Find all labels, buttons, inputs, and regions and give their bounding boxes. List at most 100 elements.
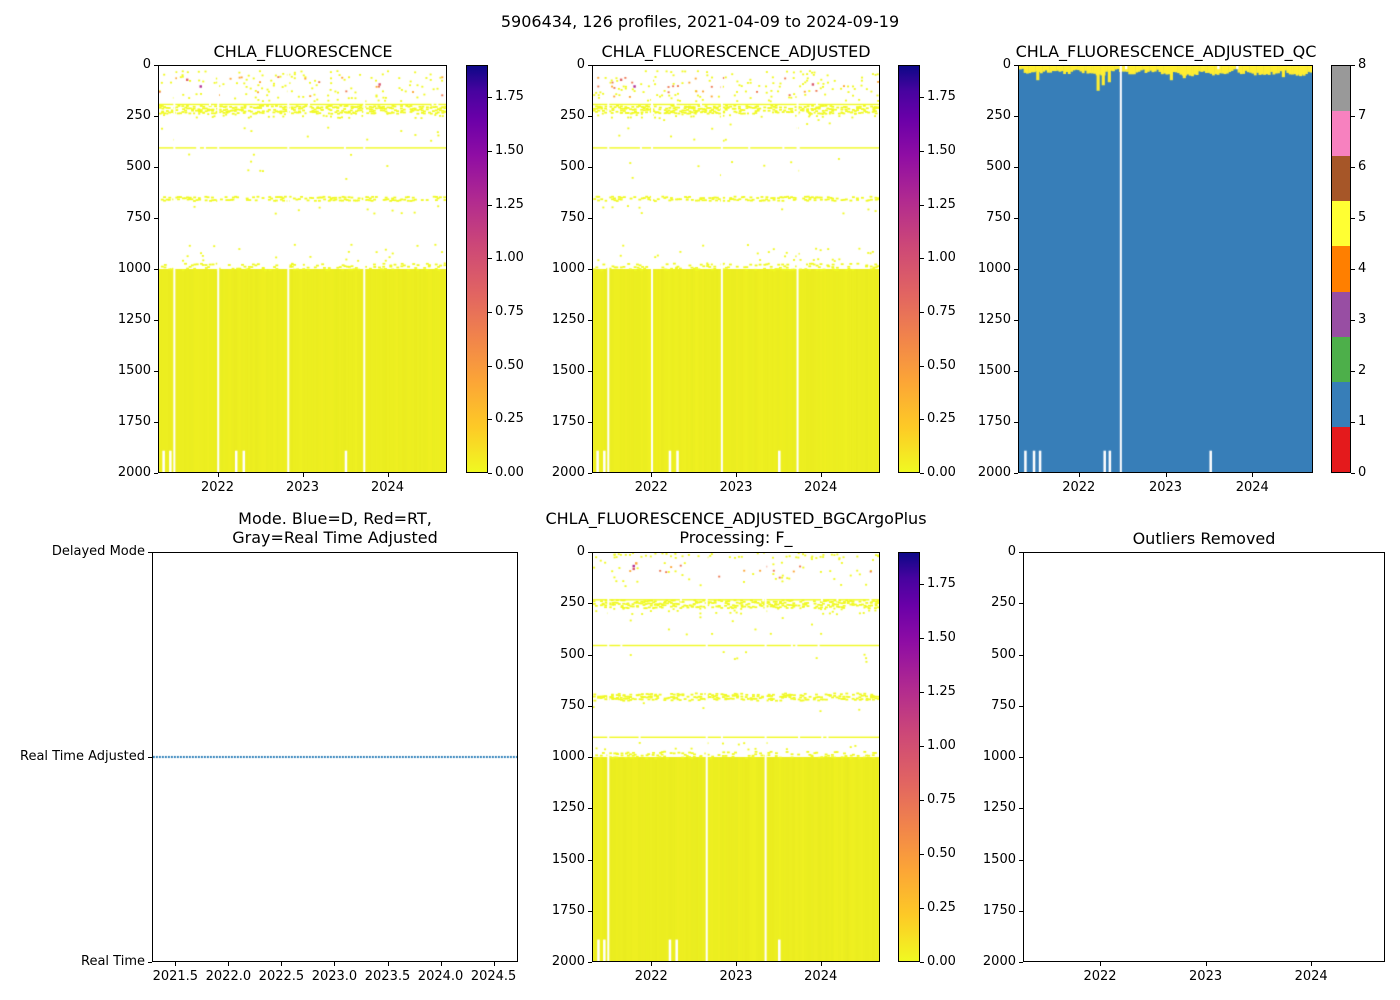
y-tick-mark	[588, 116, 592, 117]
y-tick-mark	[1014, 269, 1018, 270]
panel-chla-fluorescence-axes	[158, 65, 447, 473]
colorbar-tick-mark	[920, 258, 924, 260]
y-tick-label: 1500	[551, 851, 585, 867]
x-tick-mark	[228, 962, 230, 966]
panel-chla-adjusted-axes	[592, 65, 880, 473]
y-tick-mark	[1014, 116, 1018, 117]
colorbar-tick-label: 1.00	[495, 250, 524, 266]
y-tick-mark	[1019, 808, 1023, 810]
y-tick-label: 500	[126, 159, 151, 174]
x-tick-mark	[387, 962, 389, 966]
heatmap-canvas	[159, 66, 446, 472]
y-tick-mark	[588, 422, 592, 423]
y-tick-mark	[1019, 603, 1023, 605]
colorbar-tick-label: 1.50	[927, 142, 956, 158]
y-tick-label: 0	[1002, 57, 1011, 72]
colorbar-tick-mark	[1351, 422, 1355, 423]
colorbar-tick-label: 1.25	[927, 684, 956, 700]
y-tick-label: 1500	[551, 363, 585, 378]
y-tick-mark	[1019, 757, 1023, 758]
colorbar-tick-mark	[920, 746, 924, 748]
x-tick-mark	[281, 962, 283, 966]
colorbar-tick-mark	[920, 962, 924, 963]
heatmap-canvas	[593, 66, 879, 472]
colorbar-tick-mark	[1351, 116, 1355, 117]
y-tick-label: 1000	[982, 749, 1016, 764]
y-tick-mark	[1019, 705, 1023, 707]
colorbar-tick-label: 3	[1358, 312, 1367, 327]
colorbar-tick-mark	[920, 311, 924, 313]
y-tick-label: 1750	[982, 902, 1016, 918]
y-tick-mark	[154, 65, 158, 66]
colorbar-tick-mark	[920, 97, 924, 99]
x-tick-label: 2024.5	[470, 969, 517, 984]
x-tick-mark	[1165, 473, 1167, 477]
heatmap-canvas	[1019, 66, 1312, 472]
colorbar-tick-mark	[488, 419, 492, 421]
colorbar-tick-mark	[1351, 473, 1355, 474]
x-tick-label: 2023	[719, 480, 753, 495]
qc-color-segment-6	[1332, 155, 1350, 202]
y-tick-mark	[588, 371, 592, 372]
x-tick-label: 2023	[1148, 480, 1183, 495]
panel-chla-adjusted-title: CHLA_FLUORESCENCE_ADJUSTED	[601, 42, 871, 61]
x-tick-mark	[651, 962, 653, 966]
y-category-label: Real Time Adjusted	[20, 749, 145, 764]
colorbar-tick-mark	[488, 473, 492, 474]
colorbar-tick-label: 7	[1358, 108, 1367, 123]
colorbar-tick-mark	[488, 311, 492, 313]
colorbar-tick-label: 1.75	[927, 576, 956, 592]
qc-color-segment-3	[1332, 291, 1350, 337]
x-tick-mark	[217, 473, 219, 477]
colorbar-tick-label: 8	[1358, 57, 1367, 72]
colorbar-tick-label: 1.25	[495, 196, 524, 212]
x-tick-mark	[387, 473, 389, 477]
y-tick-label: 1750	[551, 902, 585, 918]
y-tick-label: 500	[991, 646, 1016, 662]
x-tick-label: 2023.5	[364, 969, 411, 984]
x-tick-label: 2023	[719, 969, 753, 984]
y-tick-label: 0	[576, 57, 585, 72]
y-tick-label: 1500	[117, 363, 151, 378]
colorbar-qc-discrete	[1331, 65, 1351, 473]
x-tick-mark	[175, 962, 177, 966]
x-tick-mark	[736, 473, 737, 477]
y-tick-label: 750	[560, 697, 585, 713]
y-category-label: Real Time	[81, 954, 145, 969]
colorbar-tick-mark	[920, 204, 924, 206]
figure-canvas: 5906434, 126 profiles, 2021-04-09 to 202…	[0, 0, 1400, 1000]
y-tick-mark	[588, 65, 592, 66]
colorbar-tick-label: 1.00	[927, 738, 956, 754]
y-tick-label: 250	[560, 595, 585, 611]
colorbar-tick-label: 0.25	[927, 411, 956, 427]
qc-color-segment-7	[1332, 110, 1350, 157]
colorbar-tick-mark	[488, 150, 492, 152]
x-tick-mark	[1311, 962, 1313, 966]
x-tick-mark	[736, 962, 737, 966]
colorbar-tick-mark	[920, 800, 924, 802]
colorbar-tick-label: 4	[1358, 261, 1367, 276]
y-tick-mark	[154, 116, 158, 117]
y-tick-label: 1000	[551, 749, 585, 764]
y-tick-label: 1250	[117, 312, 151, 327]
colorbar-tick-mark	[488, 365, 492, 367]
y-tick-mark	[1014, 422, 1018, 423]
y-tick-mark	[1019, 552, 1023, 553]
y-tick-mark	[1014, 320, 1018, 321]
y-tick-mark	[588, 859, 592, 861]
colorbar-tick-mark	[920, 908, 924, 910]
y-tick-mark	[588, 552, 592, 553]
x-tick-label: 2023.0	[311, 969, 358, 984]
y-tick-mark	[1019, 910, 1023, 912]
y-tick-mark	[1019, 859, 1023, 861]
y-tick-mark	[588, 808, 592, 810]
x-tick-mark	[1078, 473, 1080, 477]
colorbar-tick-label: 0.25	[927, 900, 956, 916]
y-tick-mark	[154, 371, 158, 372]
x-tick-label: 2024	[804, 480, 838, 495]
y-tick-mark	[588, 603, 592, 605]
y-tick-label: 1000	[117, 261, 151, 276]
colorbar-tick-label: 5	[1358, 210, 1367, 225]
colorbar-tick-label: 1.75	[495, 89, 524, 105]
y-tick-mark	[1019, 962, 1023, 963]
